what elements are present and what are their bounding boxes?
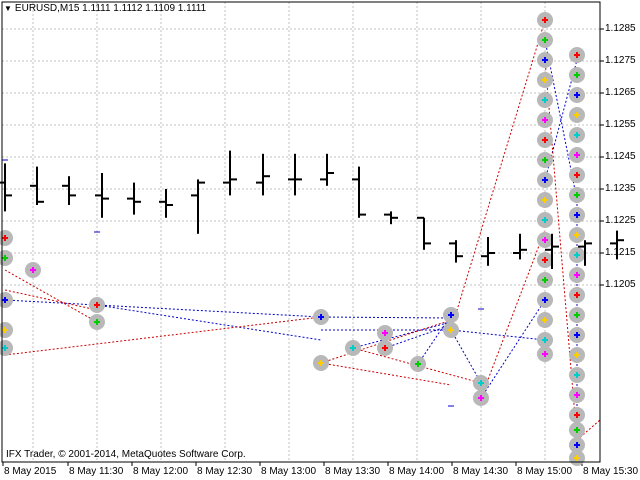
signal-line-blue	[320, 316, 452, 319]
grid	[2, 2, 604, 466]
signal-line-blue	[450, 329, 482, 384]
signal-markers	[0, 12, 585, 466]
signal-line-blue	[417, 314, 452, 365]
x-tick-label: 8 May 14:30	[453, 466, 509, 477]
signal-line-red	[4, 289, 98, 311]
y-tick-label: 1.1265	[605, 87, 636, 98]
y-tick-label: 1.1245	[605, 151, 636, 162]
y-tick-label: 1.1235	[605, 183, 636, 194]
signal-line-blue	[4, 299, 98, 306]
x-tick-label: 8 May 13:00	[261, 466, 317, 477]
y-tick-label: 1.1275	[605, 55, 636, 66]
signal-line-blue	[96, 304, 322, 341]
copyright-text: IFX Trader, © 2001-2014, MetaQuotes Soft…	[6, 449, 246, 460]
signal-line-blue	[450, 329, 546, 341]
x-tick-label: 8 May 2015	[4, 466, 57, 477]
chart-header: ▼ EURUSD,M15 1.1111 1.1112 1.1109 1.1111	[4, 3, 206, 15]
x-tick-label: 8 May 13:30	[325, 466, 381, 477]
x-tick-label: 8 May 14:00	[389, 466, 445, 477]
y-tick-label: 1.1205	[605, 279, 636, 290]
x-tick-label: 8 May 11:30	[69, 466, 124, 477]
chart-frame	[1, 1, 601, 463]
price-chart[interactable]	[0, 0, 640, 480]
x-tick-label: 8 May 12:00	[133, 466, 189, 477]
signal-line-blue	[352, 321, 452, 349]
signal-line-red	[4, 269, 98, 323]
plot-border	[1, 1, 601, 463]
signal-lines	[2, 19, 601, 441]
x-tick-label: 8 May 15:30	[583, 466, 639, 477]
y-tick-label: 1.1215	[605, 247, 636, 258]
signal-line-blue	[96, 304, 322, 318]
y-tick-label: 1.1225	[605, 215, 636, 226]
signal-line-red	[4, 316, 322, 356]
x-tick-label: 8 May 12:30	[197, 466, 253, 477]
ohlc-prices: 1.1111 1.1112 1.1109 1.1111	[82, 3, 207, 14]
signal-line-red	[450, 19, 546, 331]
chart-window[interactable]: ▼ EURUSD,M15 1.1111 1.1112 1.1109 1.1111 …	[0, 0, 640, 480]
y-tick-label: 1.1285	[605, 23, 636, 34]
x-tick-label: 8 May 15:00	[517, 466, 573, 477]
signal-line-blue	[384, 324, 452, 349]
symbol-label: EURUSD,M15	[14, 3, 80, 14]
signal-line-red	[320, 362, 452, 386]
y-tick-label: 1.1255	[605, 119, 636, 130]
dropdown-arrow-icon[interactable]: ▼	[4, 3, 12, 15]
